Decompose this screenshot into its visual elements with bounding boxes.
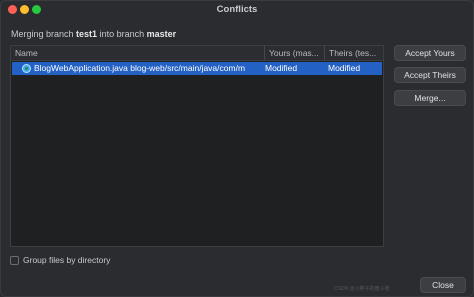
group-by-directory-checkbox[interactable]: [10, 256, 19, 265]
column-header-theirs[interactable]: Theirs (tes...: [324, 46, 384, 60]
title-bar: Conflicts: [1, 1, 473, 19]
java-class-icon: [22, 64, 31, 73]
yours-status-cell: Modified: [265, 63, 298, 73]
merge-button[interactable]: Merge...: [394, 90, 466, 106]
theirs-status-cell: Modified: [328, 63, 361, 73]
table-row[interactable]: BlogWebApplication.java blog-web/src/mai…: [12, 62, 382, 75]
merge-info-middle: into branch: [97, 29, 147, 39]
group-by-directory-label: Group files by directory: [23, 255, 111, 265]
merge-info-prefix: Merging branch: [11, 29, 77, 39]
column-header-yours[interactable]: Yours (mas...: [264, 46, 324, 60]
conflicts-dialog: Conflicts Merging branch test1 into bran…: [0, 0, 474, 297]
accept-theirs-button[interactable]: Accept Theirs: [394, 67, 466, 83]
merge-info: Merging branch test1 into branch master: [11, 29, 176, 39]
close-button[interactable]: Close: [420, 277, 466, 293]
conflicts-table: Name Yours (mas... Theirs (tes... BlogWe…: [10, 45, 384, 247]
source-branch: test1: [76, 29, 98, 39]
dialog-title: Conflicts: [216, 4, 258, 15]
file-name-cell: BlogWebApplication.java blog-web/src/mai…: [34, 63, 246, 73]
column-header-name[interactable]: Name: [11, 46, 264, 60]
accept-yours-button[interactable]: Accept Yours: [394, 45, 466, 61]
watermark: CSDN @小胖子的奋斗者: [334, 286, 390, 292]
table-header: Name Yours (mas... Theirs (tes...: [11, 46, 383, 61]
target-branch: master: [146, 29, 177, 39]
